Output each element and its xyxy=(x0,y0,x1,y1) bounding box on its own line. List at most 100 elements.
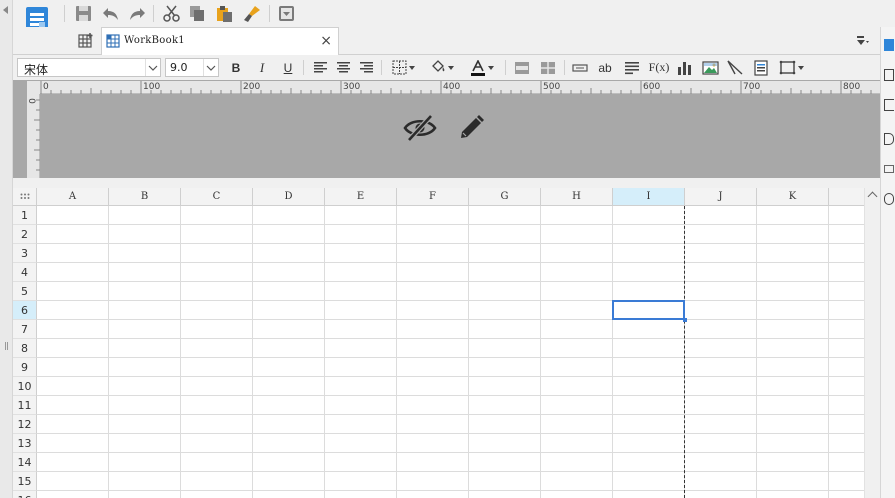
text-cell-button[interactable]: ab xyxy=(595,58,615,77)
undo-icon[interactable] xyxy=(101,4,120,23)
ruler-label: 500 xyxy=(543,82,561,92)
tab-workbook1[interactable]: WorkBook1 × xyxy=(101,27,339,55)
panel-tab-icon[interactable] xyxy=(884,39,894,51)
column-header-I[interactable]: I xyxy=(613,188,685,206)
column-header-H[interactable]: H xyxy=(541,188,613,206)
insert-field-icon[interactable] xyxy=(570,58,590,77)
column-header-B[interactable]: B xyxy=(109,188,181,206)
eye-slash-icon[interactable] xyxy=(402,111,438,145)
row-header-5[interactable]: 5 xyxy=(13,282,37,301)
column-header-E[interactable]: E xyxy=(325,188,397,206)
cut-icon[interactable] xyxy=(162,4,181,23)
vertical-ruler: 0 xyxy=(26,94,40,178)
preview-icon[interactable] xyxy=(277,4,296,23)
column-header-C[interactable]: C xyxy=(181,188,253,206)
close-tab-button[interactable]: × xyxy=(320,33,332,49)
align-left-icon[interactable] xyxy=(311,58,329,77)
font-family-select[interactable]: 宋体 xyxy=(17,58,161,77)
splitter-grip-icon[interactable] xyxy=(5,342,8,350)
bold-button[interactable]: B xyxy=(227,58,245,77)
fill-handle[interactable] xyxy=(683,318,687,322)
row-header-14[interactable]: 14 xyxy=(13,453,37,472)
grid-line xyxy=(252,206,253,498)
panel-tab-icon[interactable] xyxy=(884,69,894,81)
collapse-left-icon[interactable] xyxy=(3,6,8,14)
align-right-icon[interactable] xyxy=(357,58,375,77)
right-panel-strip[interactable] xyxy=(880,27,895,498)
sub-report-icon[interactable] xyxy=(751,58,771,77)
row-header-11[interactable]: 11 xyxy=(13,396,37,415)
border-icon[interactable] xyxy=(388,58,418,77)
row-header-15[interactable]: 15 xyxy=(13,472,37,491)
report-header-region[interactable]: 0 100 200 300 400 500 600 700 800 0 xyxy=(13,80,880,178)
column-header-A[interactable]: A xyxy=(37,188,109,206)
underline-button[interactable]: U xyxy=(279,58,297,77)
ruler-label: 0 xyxy=(43,82,49,92)
panel-tab-icon[interactable] xyxy=(884,99,894,111)
column-header-K[interactable]: K xyxy=(757,188,829,206)
panel-tab-icon[interactable] xyxy=(884,165,894,173)
align-center-icon[interactable] xyxy=(334,58,352,77)
formula-button[interactable]: F(x) xyxy=(648,58,670,77)
pencil-icon[interactable] xyxy=(453,111,489,145)
select-all-icon[interactable] xyxy=(13,188,37,206)
row-header-10[interactable]: 10 xyxy=(13,377,37,396)
row-header-16[interactable]: 16 xyxy=(13,491,37,498)
cell-area[interactable] xyxy=(37,206,864,498)
row-header-12[interactable]: 12 xyxy=(13,415,37,434)
grid-line xyxy=(37,319,864,320)
add-sheet-icon[interactable] xyxy=(77,32,95,50)
left-panel-strip[interactable] xyxy=(0,0,13,498)
chevron-down-icon[interactable] xyxy=(145,59,160,76)
panel-tab-icon[interactable] xyxy=(884,133,894,145)
ruler-label: 100 xyxy=(143,82,161,92)
column-header-G[interactable]: G xyxy=(469,188,541,206)
column-header-F[interactable]: F xyxy=(397,188,469,206)
row-header-8[interactable]: 8 xyxy=(13,339,37,358)
font-color-icon[interactable] xyxy=(466,58,498,77)
split-cells-icon[interactable] xyxy=(538,58,558,77)
tab-bar: WorkBook1 × xyxy=(13,27,880,55)
format-painter-icon[interactable] xyxy=(242,4,261,23)
cell-element-icon[interactable] xyxy=(777,58,805,77)
column-header-D[interactable]: D xyxy=(253,188,325,206)
paste-icon[interactable] xyxy=(215,4,234,23)
column-header-partial[interactable] xyxy=(829,188,864,206)
panel-tab-icon[interactable] xyxy=(884,193,894,205)
grid-line xyxy=(37,338,864,339)
row-header-3[interactable]: 3 xyxy=(13,244,37,263)
fill-color-icon[interactable] xyxy=(427,58,457,77)
merge-cells-icon[interactable] xyxy=(512,58,532,77)
copy-icon[interactable] xyxy=(188,4,207,23)
row-header-7[interactable]: 7 xyxy=(13,320,37,339)
row-header-4[interactable]: 4 xyxy=(13,263,37,282)
toolbar-separator xyxy=(64,5,65,22)
row-header-2[interactable]: 2 xyxy=(13,225,37,244)
vertical-scrollbar[interactable] xyxy=(864,188,880,498)
redo-icon[interactable] xyxy=(127,4,146,23)
insert-image-icon[interactable] xyxy=(700,58,720,77)
insert-chart-icon[interactable] xyxy=(675,58,695,77)
slash-header-icon[interactable] xyxy=(725,58,745,77)
scroll-up-icon[interactable] xyxy=(867,191,878,202)
dropdown-arrow-icon xyxy=(488,65,494,70)
grid-line xyxy=(180,206,181,498)
font-size-select[interactable]: 9.0 xyxy=(165,58,219,77)
row-header-1[interactable]: 1 xyxy=(13,206,37,225)
column-header-J[interactable]: J xyxy=(685,188,757,206)
active-cell[interactable] xyxy=(612,300,685,320)
horizontal-ruler: 0 100 200 300 400 500 600 700 800 xyxy=(40,81,880,94)
grid-line xyxy=(37,452,864,453)
tab-menu-icon[interactable] xyxy=(856,35,870,50)
spreadsheet-grid[interactable]: ABCDEFGHIJK 12345678910111213141516 xyxy=(13,188,864,498)
row-header-9[interactable]: 9 xyxy=(13,358,37,377)
grid-line xyxy=(37,281,864,282)
grid-line xyxy=(37,395,864,396)
row-header-13[interactable]: 13 xyxy=(13,434,37,453)
rich-text-icon[interactable] xyxy=(622,58,642,77)
row-header-6[interactable]: 6 xyxy=(13,301,37,320)
chevron-down-icon[interactable] xyxy=(203,59,218,76)
grid-line xyxy=(37,471,864,472)
save-icon[interactable] xyxy=(74,4,93,23)
italic-button[interactable]: I xyxy=(253,58,271,77)
